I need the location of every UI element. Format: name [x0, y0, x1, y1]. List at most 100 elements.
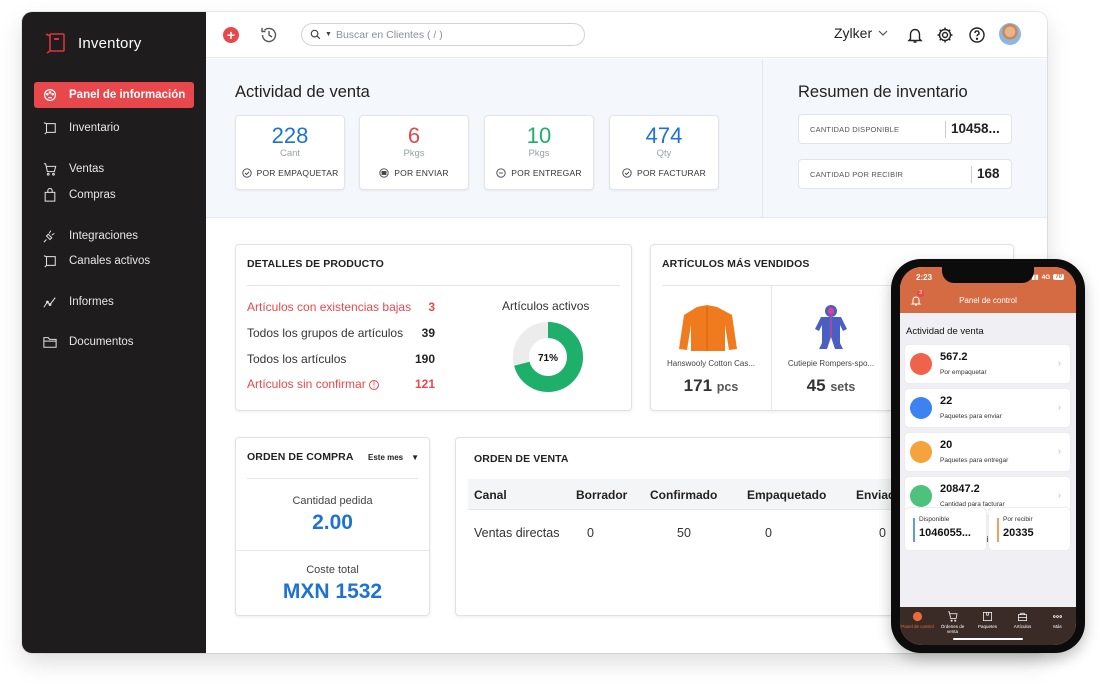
- search-input[interactable]: [335, 28, 576, 41]
- quick-create-button[interactable]: +: [223, 27, 239, 43]
- top-item[interactable]: Hanswooly Cotton Cas... 171 pcs: [651, 286, 771, 411]
- sidebar-item-purchases[interactable]: Compras: [34, 182, 194, 208]
- chevron-right-icon: ›: [1058, 402, 1061, 412]
- divider: [236, 550, 429, 551]
- top-item-name: Hanswooly Cotton Cas...: [666, 359, 756, 368]
- mobile-activity-card[interactable]: 567.2 Por empaquetar ›: [905, 345, 1070, 383]
- mobile-screen: 2:23 ▮▮ 4G 70 3 Panel de control Activid…: [900, 267, 1076, 645]
- sidebar-item-label: Compras: [69, 189, 116, 201]
- mobile-tab-packages[interactable]: Paquetes: [970, 611, 1005, 629]
- ordered-qty-value: 2.00: [312, 511, 353, 534]
- sidebar-item-label: Documentos: [69, 336, 134, 348]
- inventory-logo-icon: [45, 33, 65, 54]
- activity-card-to-ship[interactable]: 6 Pkgs POR ENVIAR: [359, 115, 469, 190]
- activity-value: 6: [407, 123, 421, 148]
- phone-notch: [942, 267, 1034, 283]
- inventory-label: CANTIDAD POR RECIBIR: [810, 170, 904, 179]
- activity-label-row: POR EMPAQUETAR: [236, 168, 344, 178]
- caret-down-icon: ▼: [411, 453, 420, 462]
- mobile-activity-card[interactable]: 20 Paquetes para entregar ›: [905, 433, 1070, 471]
- top-item[interactable]: Cutiepie Rompers-spo... 45 sets: [771, 286, 891, 411]
- sidebar-item-documents[interactable]: Documentos: [34, 329, 194, 355]
- sidebar-item-reports[interactable]: Informes: [34, 289, 194, 315]
- activity-unit: Qty: [656, 148, 672, 159]
- inventory-summary-title: Resumen de inventario: [798, 83, 968, 101]
- activity-label-row: POR FACTURAR: [610, 168, 718, 178]
- item-groups-row[interactable]: Todos los grupos de artículos 39: [247, 326, 435, 340]
- status-time: 2:23: [916, 273, 933, 282]
- activity-value: 474: [645, 123, 683, 148]
- search-box[interactable]: ▼: [301, 23, 585, 46]
- plus-icon: +: [226, 27, 236, 43]
- sidebar-item-label: Panel de información: [69, 89, 186, 101]
- donut-percent-label: 71%: [538, 353, 558, 364]
- mobile-tab-bar: Panel de control Órdenes de venta Paquet…: [900, 607, 1076, 645]
- sidebar-item-inventory[interactable]: Inventario: [34, 115, 194, 141]
- plug-icon: [43, 230, 55, 243]
- sidebar-item-sales[interactable]: Ventas: [34, 156, 194, 182]
- search-scope-caret-icon[interactable]: ▼: [325, 31, 332, 38]
- sidebar-item-label: Canales activos: [69, 255, 151, 267]
- sidebar-item-active-channels[interactable]: Canales activos: [34, 248, 194, 274]
- column-header: Enviad: [856, 488, 896, 502]
- mobile-tab-more[interactable]: Más: [1040, 611, 1075, 629]
- activity-unit: Pkgs: [403, 148, 425, 159]
- sales-activity-section: Actividad de venta 228 Cant POR EMPAQUET…: [206, 59, 1047, 218]
- table-cell: 0: [765, 526, 772, 540]
- package-icon: [910, 353, 932, 375]
- product-details-panel: DETALLES DE PRODUCTO Artículos con exist…: [235, 244, 632, 411]
- chevron-right-icon: ›: [1058, 446, 1061, 456]
- column-header: Canal: [474, 488, 507, 502]
- mobile-summary-to-receive[interactable]: Por recibir 20335: [989, 508, 1070, 550]
- search-icon[interactable]: [310, 29, 321, 40]
- table-cell: Ventas directas: [474, 526, 560, 540]
- items-icon: [1018, 612, 1027, 621]
- activity-unit: Cant: [279, 148, 301, 159]
- bell-icon[interactable]: [906, 26, 924, 44]
- battery-icon: 70: [1053, 274, 1064, 280]
- activity-label-row: POR ENTREGAR: [485, 168, 593, 178]
- help-icon[interactable]: [968, 26, 986, 44]
- chevron-right-icon: ›: [1058, 490, 1061, 500]
- activity-card-to-invoice[interactable]: 474 Qty POR FACTURAR: [609, 115, 719, 190]
- cart-icon: [947, 611, 958, 622]
- history-icon[interactable]: [259, 25, 279, 45]
- panel-title: DETALLES DE PRODUCTO: [247, 258, 384, 270]
- mobile-activity-card[interactable]: 22 Paquetes para enviar ›: [905, 389, 1070, 427]
- more-icon: [1053, 615, 1062, 618]
- sidebar-item-label: Integraciones: [69, 230, 139, 242]
- period-filter-dropdown[interactable]: Este mes ▼: [368, 453, 419, 462]
- check-circle-icon: [622, 168, 632, 178]
- folder-icon: [43, 337, 57, 348]
- sidebar: Inventory Panel de información Inventari…: [22, 12, 206, 653]
- brand[interactable]: Inventory: [44, 31, 142, 55]
- activity-card-to-deliver[interactable]: 10 Pkgs POR ENTREGAR: [484, 115, 594, 190]
- mobile-tab-items[interactable]: Artículos: [1005, 611, 1040, 629]
- mobile-tab-dashboard[interactable]: Panel de control: [900, 611, 935, 629]
- active-items-title: Artículos activos: [502, 299, 590, 313]
- gear-icon[interactable]: [936, 26, 954, 44]
- mobile-summary-available[interactable]: Disponible 1046055...: [905, 508, 986, 550]
- all-items-row[interactable]: Todos los artículos 190: [247, 352, 435, 366]
- check-badge-icon: [910, 441, 932, 463]
- table-header: Canal Borrador Confirmado Empaquetado En…: [468, 479, 898, 510]
- column-header: Empaquetado: [747, 488, 827, 502]
- sidebar-item-dashboard[interactable]: Panel de información: [34, 82, 194, 108]
- check-circle-icon: [241, 168, 252, 178]
- truck-icon: [910, 397, 932, 419]
- panel-title: ARTÍCULOS MÁS VENDIDOS: [662, 258, 810, 270]
- unconfirmed-items-row[interactable]: Artículos sin confirmar ! 121: [247, 377, 435, 391]
- sidebar-item-label: Informes: [69, 296, 114, 308]
- low-stock-row[interactable]: Artículos con existencias bajas 3: [247, 300, 435, 314]
- dashboard-icon: [43, 88, 57, 102]
- user-avatar[interactable]: [999, 23, 1021, 45]
- organization-switcher[interactable]: Zylker: [834, 25, 888, 41]
- activity-card-to-pack[interactable]: 228 Cant POR EMPAQUETAR: [235, 115, 345, 190]
- mobile-tab-sales-orders[interactable]: Órdenes de venta: [935, 611, 970, 634]
- sales-order-panel: ORDEN DE VENTA Canal Borrador Confirmado…: [455, 437, 915, 616]
- sidebar-item-integrations[interactable]: Integraciones: [34, 223, 194, 249]
- cart-icon: [43, 163, 57, 176]
- invoice-icon: [910, 485, 932, 507]
- section-divider: [762, 59, 763, 218]
- sidebar-item-label: Ventas: [69, 163, 105, 175]
